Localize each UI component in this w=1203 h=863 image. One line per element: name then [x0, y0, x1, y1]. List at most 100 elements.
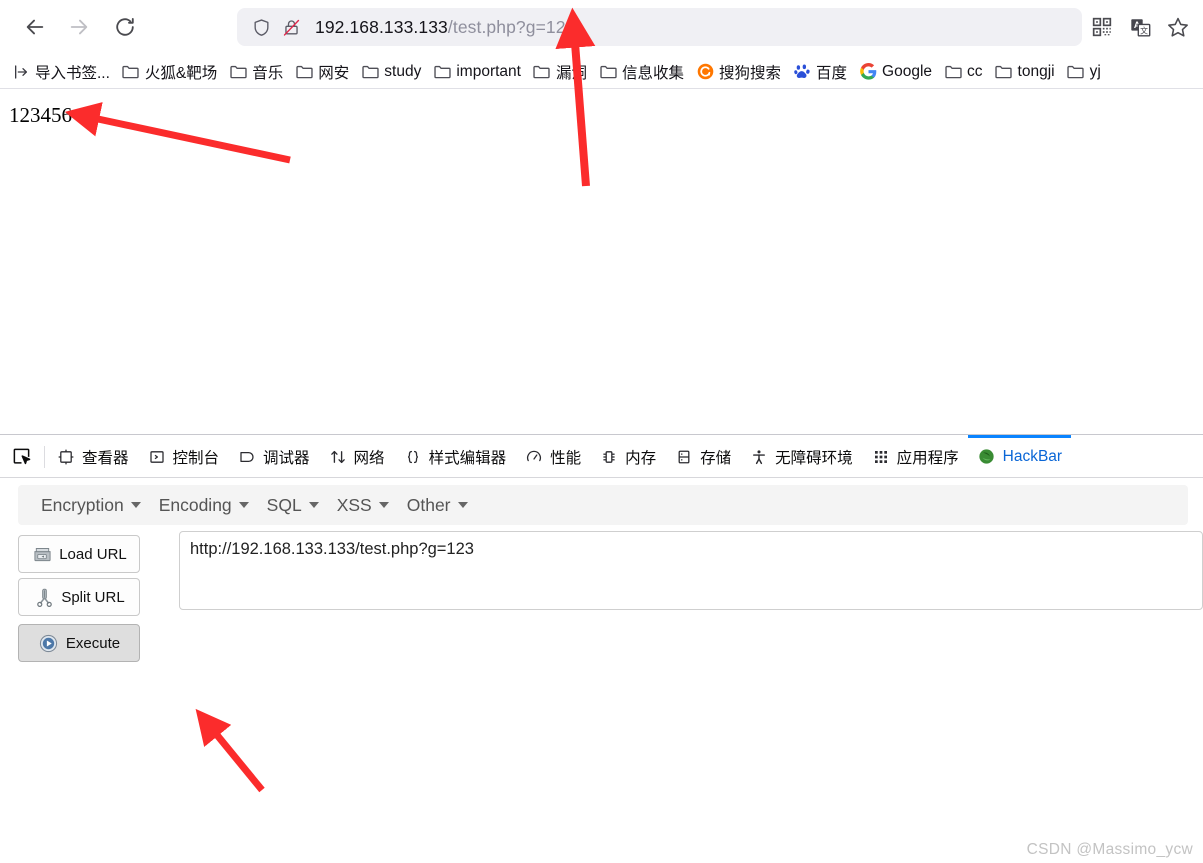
bookmark-label: 音乐	[252, 64, 284, 82]
menu-label: Encryption	[41, 494, 124, 515]
folder-icon	[599, 63, 617, 81]
reload-button[interactable]	[108, 10, 142, 44]
bookmark-folder-important[interactable]: important	[427, 59, 527, 85]
bookmark-folder-study[interactable]: study	[355, 59, 427, 85]
bookmark-label: 信息收集	[622, 64, 685, 82]
bookmarks-bar: 导入书签... 火狐&靶场 音乐 网安 study important 漏洞 信…	[0, 54, 1203, 89]
bookmark-folder-wangan[interactable]: 网安	[289, 59, 355, 85]
split-url-icon	[33, 587, 55, 607]
menu-encryption[interactable]: Encryption	[32, 495, 150, 516]
bookmark-label: study	[384, 62, 422, 80]
bookmark-label: 搜狗搜索	[719, 64, 782, 82]
svg-text:文: 文	[1140, 25, 1148, 35]
devtools-tab-hackbar[interactable]: HackBar	[967, 435, 1072, 478]
address-bar[interactable]: 192.168.133.133/test.php?g=123	[237, 8, 1082, 46]
split-url-button[interactable]: Split URL	[18, 578, 140, 616]
menu-sql[interactable]: SQL	[258, 495, 328, 516]
button-label: Load URL	[59, 545, 127, 563]
bookmark-folder-tongji[interactable]: tongji	[989, 59, 1061, 85]
folder-icon	[944, 63, 962, 81]
devtools-tab-console[interactable]: 控制台	[138, 435, 229, 478]
toolbar-separator	[44, 445, 45, 468]
back-button[interactable]	[18, 10, 52, 44]
tab-label: 性能	[550, 449, 582, 467]
devtools-tab-storage[interactable]: 存储	[665, 435, 740, 478]
bookmark-folder-huohu[interactable]: 火狐&靶场	[116, 59, 223, 85]
google-icon	[859, 63, 877, 81]
load-url-button[interactable]: Load URL	[18, 535, 140, 573]
lock-crossed-icon[interactable]	[279, 15, 303, 39]
menu-label: SQL	[266, 494, 302, 515]
devtools-tab-memory[interactable]: 内存	[590, 435, 665, 478]
menu-encoding[interactable]: Encoding	[150, 495, 258, 516]
menu-xss[interactable]: XSS	[328, 495, 398, 516]
devtools-tab-performance[interactable]: 性能	[515, 435, 590, 478]
bookmark-label: 网安	[318, 64, 350, 82]
bookmark-label: 导入书签...	[35, 64, 110, 82]
baidu-icon	[793, 63, 811, 81]
tab-label: HackBar	[1002, 447, 1063, 465]
application-icon	[871, 447, 891, 467]
tab-label: 样式编辑器	[428, 449, 507, 467]
devtools-tab-debugger[interactable]: 调试器	[228, 435, 319, 478]
shield-icon[interactable]	[249, 15, 273, 39]
folder-icon	[122, 63, 140, 81]
page-output-text: 123456	[9, 103, 72, 127]
chevron-down-icon	[457, 502, 468, 508]
tab-label: 查看器	[82, 449, 129, 467]
bookmark-label: 漏洞	[555, 64, 587, 82]
style-editor-icon	[403, 447, 423, 467]
bookmark-sogou[interactable]: 搜狗搜索	[690, 59, 787, 85]
address-bar-actions: A 文	[1085, 8, 1195, 46]
chevron-down-icon	[378, 502, 389, 508]
execute-icon	[38, 633, 60, 653]
menu-label: XSS	[336, 494, 372, 515]
bookmark-label: 火狐&靶场	[144, 64, 218, 82]
bookmark-google[interactable]: Google	[853, 59, 938, 85]
forward-button[interactable]	[62, 10, 96, 44]
button-label: Execute	[65, 634, 121, 652]
devtools-tab-network[interactable]: 网络	[319, 435, 394, 478]
menu-label: Encoding	[158, 494, 232, 515]
qr-code-icon[interactable]	[1085, 10, 1119, 44]
sogou-icon	[696, 63, 714, 81]
folder-icon	[433, 63, 451, 81]
url-text[interactable]: 192.168.133.133/test.php?g=123	[315, 17, 575, 38]
devtools-toolbar: 查看器 控制台 调试器 网络 样式编辑器 性能 内存 存储 无障碍环境 应用程序…	[0, 435, 1203, 478]
url-host: 192.168.133.133	[315, 16, 448, 37]
devtools-tab-application[interactable]: 应用程序	[862, 435, 968, 478]
bookmark-label: cc	[967, 62, 983, 80]
tab-label: 网络	[353, 449, 385, 467]
bookmark-folder-loudong[interactable]: 漏洞	[527, 59, 593, 85]
menu-other[interactable]: Other	[398, 495, 477, 516]
devtools-tab-inspector[interactable]: 查看器	[47, 435, 138, 478]
devtools-tab-accessibility[interactable]: 无障碍环境	[740, 435, 862, 478]
console-icon	[147, 447, 167, 467]
folder-icon	[361, 63, 379, 81]
hackbar-panel: Encryption Encoding SQL XSS Other Load U…	[0, 478, 1203, 863]
tab-label: 内存	[625, 449, 657, 467]
bookmark-folder-xinxishouji[interactable]: 信息收集	[593, 59, 690, 85]
bookmark-label: Google	[882, 62, 933, 80]
bookmark-baidu[interactable]: 百度	[787, 59, 853, 85]
bookmark-folder-yinyue[interactable]: 音乐	[223, 59, 289, 85]
button-label: Split URL	[61, 588, 125, 606]
menu-label: Other	[406, 494, 451, 515]
element-picker-icon[interactable]	[0, 436, 42, 478]
bookmark-folder-cc[interactable]: cc	[938, 59, 989, 85]
chevron-down-icon	[308, 502, 319, 508]
devtools-tab-style-editor[interactable]: 样式编辑器	[394, 435, 516, 478]
star-bookmark-icon[interactable]	[1161, 10, 1195, 44]
bookmark-folder-yj[interactable]: yj	[1061, 59, 1107, 85]
tab-label: 无障碍环境	[775, 449, 853, 467]
watermark-text: CSDN @Massimo_ycw	[1026, 841, 1193, 858]
tab-label: 存储	[700, 449, 732, 467]
bookmark-import[interactable]: 导入书签...	[6, 59, 116, 85]
execute-button[interactable]: Execute	[18, 624, 140, 662]
folder-icon	[995, 63, 1013, 81]
tab-label: 控制台	[172, 449, 220, 467]
folder-icon	[229, 63, 247, 81]
url-path: /test.php?g=123	[447, 16, 576, 37]
translate-icon[interactable]: A 文	[1123, 10, 1157, 44]
url-input[interactable]: http://192.168.133.133/test.php?g=123	[179, 531, 1203, 610]
